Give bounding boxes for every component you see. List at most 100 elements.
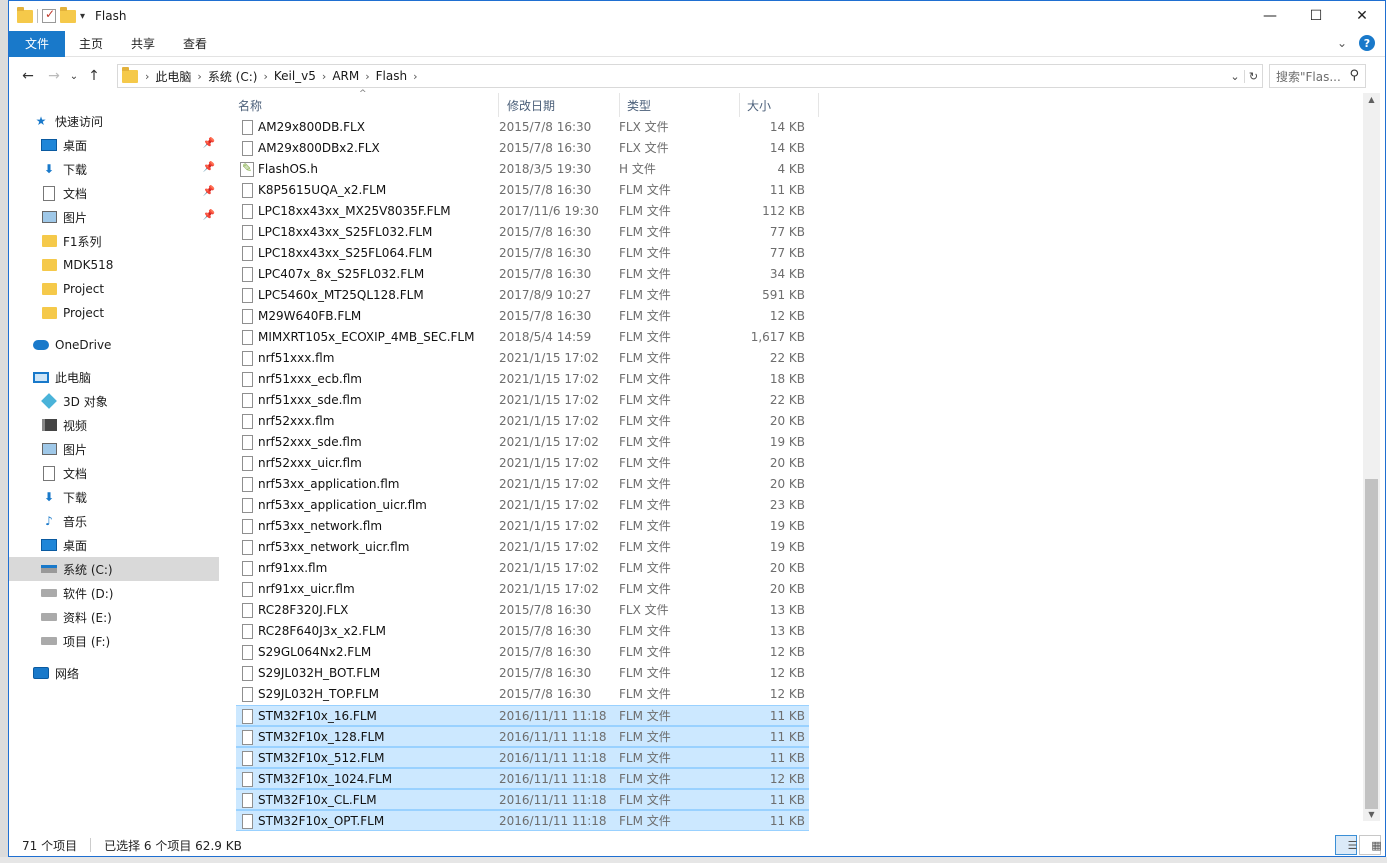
sidebar-item-pc-desktop[interactable]: 桌面 bbox=[9, 533, 219, 557]
forward-button[interactable]: → bbox=[41, 68, 67, 84]
column-divider[interactable] bbox=[619, 93, 620, 117]
expand-ribbon-icon[interactable]: ⌄ bbox=[1337, 36, 1347, 50]
file-row[interactable]: K8P5615UQA_x2.FLM 2015/7/8 16:30 FLM 文件 11 … bbox=[236, 180, 809, 201]
file-row[interactable]: RC28F320J.FLX 2015/7/8 16:30 FLX 文件 13 KB bbox=[236, 600, 809, 621]
sidebar-item-videos[interactable]: 视频 bbox=[9, 413, 219, 437]
back-button[interactable]: ← bbox=[15, 68, 41, 84]
sidebar-item-mdk518[interactable]: MDK518 bbox=[9, 253, 219, 277]
file-row[interactable]: nrf53xx_application.flm 2021/1/15 17:02 FL… bbox=[236, 474, 809, 495]
tab-view[interactable]: 查看 bbox=[169, 31, 221, 57]
scroll-down-icon[interactable]: ▼ bbox=[1363, 810, 1380, 819]
file-row[interactable]: S29JL032H_TOP.FLM 2015/7/8 16:30 FLM 文件 12 … bbox=[236, 684, 809, 705]
file-row[interactable]: RC28F640J3x_x2.FLM 2015/7/8 16:30 FLM 文件 13… bbox=[236, 621, 809, 642]
file-row[interactable]: S29JL032H_BOT.FLM 2015/7/8 16:30 FLM 文件 12 … bbox=[236, 663, 809, 684]
breadcrumb-keil[interactable]: Keil_v5 bbox=[269, 69, 321, 83]
file-row[interactable]: LPC5460x_MT25QL128.FLM 2017/8/9 10:27 FLM … bbox=[236, 285, 809, 306]
minimize-button[interactable]: — bbox=[1247, 1, 1293, 31]
file-row[interactable]: STM32F10x_512.FLM 2016/11/11 11:18 FLM 文件 1… bbox=[236, 747, 809, 768]
tab-file[interactable]: 文件 bbox=[9, 30, 66, 57]
sidebar-item-pc-documents[interactable]: 文档 bbox=[9, 461, 219, 485]
details-view-button[interactable]: ☰ bbox=[1335, 835, 1357, 855]
sidebar-item-this-pc[interactable]: 此电脑 bbox=[9, 365, 219, 389]
file-row[interactable]: STM32F10x_1024.FLM 2016/11/11 11:18 FLM 文件… bbox=[236, 768, 809, 789]
column-header-date[interactable]: 修改日期 bbox=[507, 93, 621, 117]
file-row[interactable]: nrf51xxx.flm 2021/1/15 17:02 FLM 文件 22 KB bbox=[236, 348, 809, 369]
help-icon[interactable]: ? bbox=[1359, 35, 1375, 51]
column-divider[interactable] bbox=[739, 93, 740, 117]
sidebar-item-data-e[interactable]: 资料 (E:) bbox=[9, 605, 219, 629]
file-row[interactable]: M29W640FB.FLM 2015/7/8 16:30 FLM 文件 12 KB bbox=[236, 306, 809, 327]
file-row[interactable]: AM29x800DB.FLX 2015/7/8 16:30 FLX 文件 14 KB bbox=[236, 117, 809, 138]
close-button[interactable]: ✕ bbox=[1339, 1, 1385, 31]
sidebar-item-network[interactable]: 网络 bbox=[9, 661, 219, 685]
new-folder-icon[interactable] bbox=[60, 6, 76, 23]
file-row[interactable]: nrf51xxx_sde.flm 2021/1/15 17:02 FLM 文件 22 … bbox=[236, 390, 809, 411]
file-row[interactable]: LPC18xx43xx_S25FL064.FLM 2015/7/8 16:30 FL… bbox=[236, 243, 809, 264]
file-row[interactable]: nrf51xxx_ecb.flm 2021/1/15 17:02 FLM 文件 18 … bbox=[236, 369, 809, 390]
customize-toolbar-icon[interactable]: ▾ bbox=[80, 11, 85, 22]
file-row[interactable]: MIMXRT105x_ECOXIP_4MB_SEC.FLM 2018/5/4 14… bbox=[236, 327, 809, 348]
sidebar-item-pictures[interactable]: 图片 📌 bbox=[9, 205, 219, 229]
breadcrumb-this-pc[interactable]: 此电脑 bbox=[150, 68, 196, 85]
file-row[interactable]: nrf53xx_application_uicr.flm 2021/1/15 17… bbox=[236, 495, 809, 516]
file-row[interactable]: LPC18xx43xx_S25FL032.FLM 2015/7/8 16:30 FL… bbox=[236, 222, 809, 243]
scroll-up-icon[interactable]: ▲ bbox=[1363, 95, 1380, 104]
sidebar-item-system-c[interactable]: 系统 (C:) bbox=[9, 557, 219, 581]
file-row[interactable]: S29GL064Nx2.FLM 2015/7/8 16:30 FLM 文件 12 KB bbox=[236, 642, 809, 663]
tab-share[interactable]: 共享 bbox=[117, 31, 169, 57]
search-icon[interactable]: ⚲ bbox=[1349, 68, 1359, 83]
file-row[interactable]: STM32F10x_16.FLM 2016/11/11 11:18 FLM 文件 11… bbox=[236, 705, 809, 726]
sidebar-item-downloads[interactable]: ⬇ 下载 📌 bbox=[9, 157, 219, 181]
file-row[interactable]: nrf52xxx_uicr.flm 2021/1/15 17:02 FLM 文件 20… bbox=[236, 453, 809, 474]
sidebar-item-3d-objects[interactable]: 3D 对象 bbox=[9, 389, 219, 413]
up-button[interactable]: ↑ bbox=[81, 68, 107, 84]
refresh-icon[interactable]: ↻ bbox=[1244, 69, 1262, 83]
file-row[interactable]: LPC407x_8x_S25FL032.FLM 2015/7/8 16:30 FLM… bbox=[236, 264, 809, 285]
pin-icon[interactable]: 📌 bbox=[203, 162, 215, 173]
breadcrumb-system-c[interactable]: 系统 (C:) bbox=[203, 68, 263, 85]
maximize-button[interactable]: ☐ bbox=[1293, 1, 1339, 31]
sidebar-item-pc-pictures[interactable]: 图片 bbox=[9, 437, 219, 461]
scrollbar-thumb[interactable] bbox=[1365, 479, 1378, 809]
column-header-type[interactable]: 类型 bbox=[627, 93, 741, 117]
breadcrumb-arm[interactable]: ARM bbox=[327, 69, 364, 83]
sidebar-item-documents[interactable]: 文档 📌 bbox=[9, 181, 219, 205]
file-row[interactable]: STM32F10x_CL.FLM 2016/11/11 11:18 FLM 文件 11… bbox=[236, 789, 809, 810]
file-row[interactable]: nrf52xxx_sde.flm 2021/1/15 17:02 FLM 文件 19 … bbox=[236, 432, 809, 453]
sidebar-item-project-f[interactable]: 项目 (F:) bbox=[9, 629, 219, 653]
file-row[interactable]: nrf53xx_network_uicr.flm 2021/1/15 17:02 F… bbox=[236, 537, 809, 558]
sidebar-item-music[interactable]: ♪ 音乐 bbox=[9, 509, 219, 533]
file-row[interactable]: STM32F10x_OPT.FLM 2016/11/11 11:18 FLM 文件 1… bbox=[236, 810, 809, 831]
breadcrumb-flash[interactable]: Flash bbox=[371, 69, 412, 83]
tab-home[interactable]: 主页 bbox=[65, 31, 117, 57]
sidebar-item-desktop[interactable]: 桌面 📌 bbox=[9, 133, 219, 157]
file-row[interactable]: FlashOS.h 2018/3/5 19:30 H 文件 4 KB bbox=[236, 159, 809, 180]
sidebar-item-quick-access[interactable]: ★ 快速访问 bbox=[9, 109, 219, 133]
file-row[interactable]: AM29x800DBx2.FLX 2015/7/8 16:30 FLX 文件 14 K… bbox=[236, 138, 809, 159]
sidebar-item-onedrive[interactable]: OneDrive bbox=[9, 333, 219, 357]
sidebar-item-f1-series[interactable]: F1系列 bbox=[9, 229, 219, 253]
sidebar-item-pc-downloads[interactable]: ⬇ 下载 bbox=[9, 485, 219, 509]
properties-icon[interactable] bbox=[42, 7, 56, 23]
pin-icon[interactable]: 📌 bbox=[203, 210, 215, 221]
pin-icon[interactable]: 📌 bbox=[203, 138, 215, 149]
sidebar-item-software-d[interactable]: 软件 (D:) bbox=[9, 581, 219, 605]
search-box[interactable]: 搜索"Flas... ⚲ bbox=[1269, 64, 1366, 88]
column-divider[interactable] bbox=[498, 93, 499, 117]
address-bar[interactable]: › 此电脑 › 系统 (C:) › Keil_v5 › ARM › Flash … bbox=[117, 64, 1263, 88]
vertical-scrollbar[interactable]: ▲ ▼ bbox=[1363, 93, 1380, 821]
sidebar-item-project[interactable]: Project bbox=[9, 277, 219, 301]
file-row[interactable]: nrf53xx_network.flm 2021/1/15 17:02 FLM 文件… bbox=[236, 516, 809, 537]
file-row[interactable]: nrf52xxx.flm 2021/1/15 17:02 FLM 文件 20 KB bbox=[236, 411, 809, 432]
address-dropdown-icon[interactable]: ⌄ bbox=[1226, 70, 1244, 83]
search-input[interactable]: 搜索"Flas... bbox=[1276, 68, 1341, 85]
column-divider[interactable] bbox=[818, 93, 819, 117]
column-header-size[interactable]: 大小 bbox=[747, 93, 817, 117]
recent-locations-icon[interactable]: ⌄ bbox=[67, 71, 81, 82]
chevron-right-icon[interactable]: › bbox=[412, 70, 418, 83]
file-row[interactable]: STM32F10x_128.FLM 2016/11/11 11:18 FLM 文件 1… bbox=[236, 726, 809, 747]
column-header-name[interactable]: 名称 bbox=[238, 93, 493, 117]
file-row[interactable]: LPC18xx43xx_MX25V8035F.FLM 2017/11/6 19:3… bbox=[236, 201, 809, 222]
tiles-view-button[interactable]: ▦ bbox=[1359, 835, 1382, 855]
file-row[interactable]: nrf91xx_uicr.flm 2021/1/15 17:02 FLM 文件 20 … bbox=[236, 579, 809, 600]
